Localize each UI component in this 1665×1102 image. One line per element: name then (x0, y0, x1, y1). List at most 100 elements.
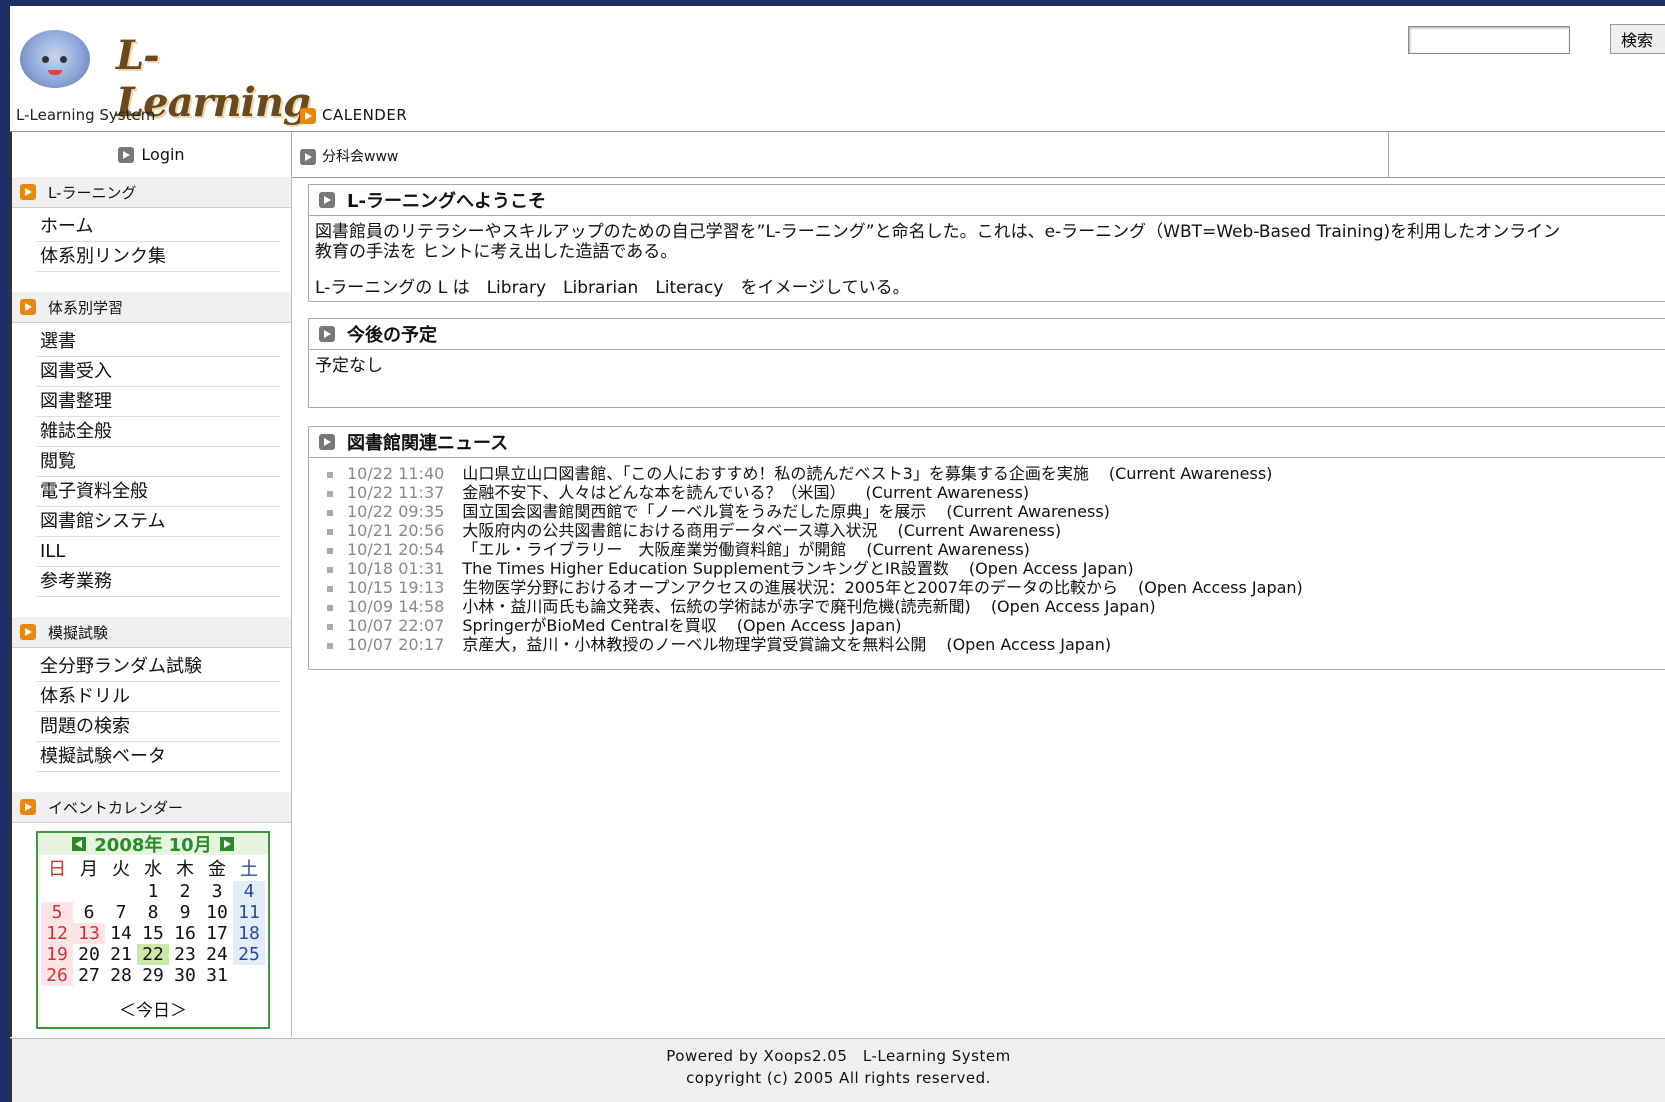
news-item[interactable]: 10/21 20:54 「エル・ライブラリー 大阪産業労働資料館」が開館 (Curr… (327, 540, 1665, 559)
calendar-day[interactable]: 11 (233, 902, 265, 923)
calendar-day[interactable]: 26 (41, 965, 73, 986)
news-title-link[interactable]: SpringerがBioMed Centralを買収 (462, 616, 716, 635)
login-link[interactable]: Login (10, 132, 292, 177)
page: L-Learning L-Learning System 検索 CALENDER… (0, 0, 1665, 1102)
news-item[interactable]: 10/22 09:35 国立国会図書館関西館で「ノーベル賞をうみだした原典」を展示… (327, 502, 1665, 521)
calendar-day[interactable]: 19 (41, 944, 73, 965)
news-title-link[interactable]: 生物医学分野におけるオープンアクセスの進展状況：2005年と2007年のデータの… (462, 578, 1118, 597)
calendar-empty-cell (105, 881, 137, 902)
calendar-empty-cell (73, 881, 105, 902)
search-input[interactable] (1408, 26, 1570, 54)
sidebar-item[interactable]: 選書 (36, 327, 280, 357)
sidebar-item[interactable]: 問題の検索 (36, 712, 280, 742)
news-item[interactable]: 10/22 11:40 山口県立山口図書館、「この人におすすめ！私の読んだベスト3… (327, 464, 1665, 483)
calendar-day[interactable]: 12 (41, 923, 73, 944)
prev-month-icon[interactable] (72, 837, 87, 851)
calendar-day[interactable]: 7 (105, 902, 137, 923)
event-calendar: 2008年 10月 日月火水木金土 1 2 3 4 5 6 7 8 9 10 11 12 13 14 15 16… (36, 831, 270, 1029)
calendar-day[interactable]: 10 (201, 902, 233, 923)
news-item[interactable]: 10/22 11:37 金融不安下、人々はどんな本を読んでいる？（米国） (Curr… (327, 483, 1665, 502)
calendar-day[interactable]: 1 (137, 881, 169, 902)
sidebar-item[interactable]: 全分野ランダム試験 (36, 652, 280, 682)
calendar-day[interactable]: 9 (169, 902, 201, 923)
news-source: (Current Awareness) (866, 540, 1030, 559)
nav-row: Login 分科会www (10, 131, 1665, 178)
calendar-day[interactable]: 30 (169, 965, 201, 986)
news-title-link[interactable]: 国立国会図書館関西館で「ノーベル賞をうみだした原典」を展示 (462, 502, 926, 521)
calendar-day[interactable]: 5 (41, 902, 73, 923)
sidebar-item[interactable]: 体系ドリル (36, 682, 280, 712)
news-item[interactable]: 10/09 14:58 小林・益川両氏も論文発表、伝統の学術誌が赤字で廃刊危機(読… (327, 597, 1665, 616)
calendar-day[interactable]: 17 (201, 923, 233, 944)
gray-arrow-icon (300, 149, 316, 165)
news-title: 図書館関連ニュース (347, 433, 509, 454)
sidebar-item-home[interactable]: ホーム (36, 212, 280, 242)
sidebar-item[interactable]: 電子資料全般 (36, 477, 280, 507)
subgroup-label: 分科会www (322, 149, 399, 165)
calendar-day[interactable]: 28 (105, 965, 137, 986)
calendar-day[interactable]: 2 (169, 881, 201, 902)
news-time: 10/21 20:54 (347, 540, 445, 559)
calendar-day[interactable]: 6 (73, 902, 105, 923)
calendar-day[interactable]: 22 (137, 944, 169, 965)
orange-arrow-icon (20, 799, 36, 815)
news-title-link[interactable]: 大阪府内の公共図書館における商用データベース導入状況 (462, 521, 877, 540)
news-item[interactable]: 10/07 20:17 京産大，益川・小林教授のノーベル物理学賞受賞論文を無料公開… (327, 635, 1665, 654)
calendar-weekday: 土 (240, 859, 258, 880)
bullet-square-icon (327, 490, 333, 497)
site-logo[interactable]: L-Learning (16, 20, 311, 126)
calendar-day[interactable]: 29 (137, 965, 169, 986)
section-title: イベントカレンダー (48, 798, 184, 817)
orange-arrow-icon (20, 184, 36, 200)
calendar-day[interactable]: 24 (201, 944, 233, 965)
sidebar-item[interactable]: 模擬試験ベータ (36, 742, 280, 772)
next-month-icon[interactable] (219, 837, 234, 851)
calendar-day[interactable]: 27 (73, 965, 105, 986)
bullet-square-icon (327, 547, 333, 554)
sidebar-section-header: イベントカレンダー (12, 792, 291, 823)
calendar-day[interactable]: 15 (137, 923, 169, 944)
calendar-empty-cell (233, 965, 265, 986)
news-item[interactable]: 10/21 20:56 大阪府内の公共図書館における商用データベース導入状況 (Cu… (327, 521, 1665, 540)
news-title-link[interactable]: 「エル・ライブラリー 大阪産業労働資料館」が開館 (462, 540, 846, 559)
sidebar-item[interactable]: 図書整理 (36, 387, 280, 417)
section-title: 模擬試験 (48, 623, 109, 642)
news-source: (Open Access Japan) (946, 635, 1112, 654)
calendar-day[interactable]: 3 (201, 881, 233, 902)
news-source: (Current Awareness) (946, 502, 1110, 521)
news-title-link[interactable]: 山口県立山口図書館、「この人におすすめ！私の読んだベスト3」を募集する企画を実施 (462, 464, 1089, 483)
calendar-day[interactable]: 14 (105, 923, 137, 944)
sidebar-item[interactable]: 図書受入 (36, 357, 280, 387)
calendar-day[interactable]: 31 (201, 965, 233, 986)
news-item[interactable]: 10/15 19:13 生物医学分野におけるオープンアクセスの進展状況：2005年… (327, 578, 1665, 597)
search-button[interactable]: 検索 (1610, 24, 1665, 54)
calendar-day[interactable]: 4 (233, 881, 265, 902)
news-time: 10/07 22:07 (347, 616, 445, 635)
news-item[interactable]: 10/18 01:31 The Times Higher Education Su… (327, 559, 1665, 578)
calendar-today-link[interactable]: ＜今日＞ (38, 986, 268, 1027)
calendar-day[interactable]: 25 (233, 944, 265, 965)
subgroup-link[interactable]: 分科会www (300, 146, 398, 166)
sidebar-item-links[interactable]: 体系別リンク集 (36, 242, 280, 272)
login-label: Login (141, 145, 185, 164)
sidebar-item[interactable]: 雑誌全般 (36, 417, 280, 447)
calendar-day[interactable]: 20 (73, 944, 105, 965)
news-title-link[interactable]: The Times Higher Education Supplementランキ… (462, 559, 949, 578)
news-source: (Open Access Japan) (990, 597, 1156, 616)
sidebar-item[interactable]: ILL (36, 537, 280, 567)
news-item[interactable]: 10/07 22:07 SpringerがBioMed Centralを買収 (Op… (327, 616, 1665, 635)
news-title-link[interactable]: 京産大，益川・小林教授のノーベル物理学賞受賞論文を無料公開 (462, 635, 926, 654)
calendar-day[interactable]: 8 (137, 902, 169, 923)
calendar-day[interactable]: 18 (233, 923, 265, 944)
news-title-link[interactable]: 小林・益川両氏も論文発表、伝統の学術誌が赤字で廃刊危機(読売新聞) (462, 597, 971, 616)
calendar-day[interactable]: 16 (169, 923, 201, 944)
sidebar-item[interactable]: 参考業務 (36, 567, 280, 597)
news-title-link[interactable]: 金融不安下、人々はどんな本を読んでいる？（米国） (462, 483, 845, 502)
sidebar-item[interactable]: 閲覧 (36, 447, 280, 477)
calendar-day[interactable]: 23 (169, 944, 201, 965)
calendar-day[interactable]: 21 (105, 944, 137, 965)
calendar-day[interactable]: 13 (73, 923, 105, 944)
calendar-link[interactable]: CALENDER (300, 106, 407, 124)
sidebar-item[interactable]: 図書館システム (36, 507, 280, 537)
welcome-line: 図書館員のリテラシーやスキルアップのための自己学習を”L-ラーニング”と命名した… (315, 222, 1561, 242)
